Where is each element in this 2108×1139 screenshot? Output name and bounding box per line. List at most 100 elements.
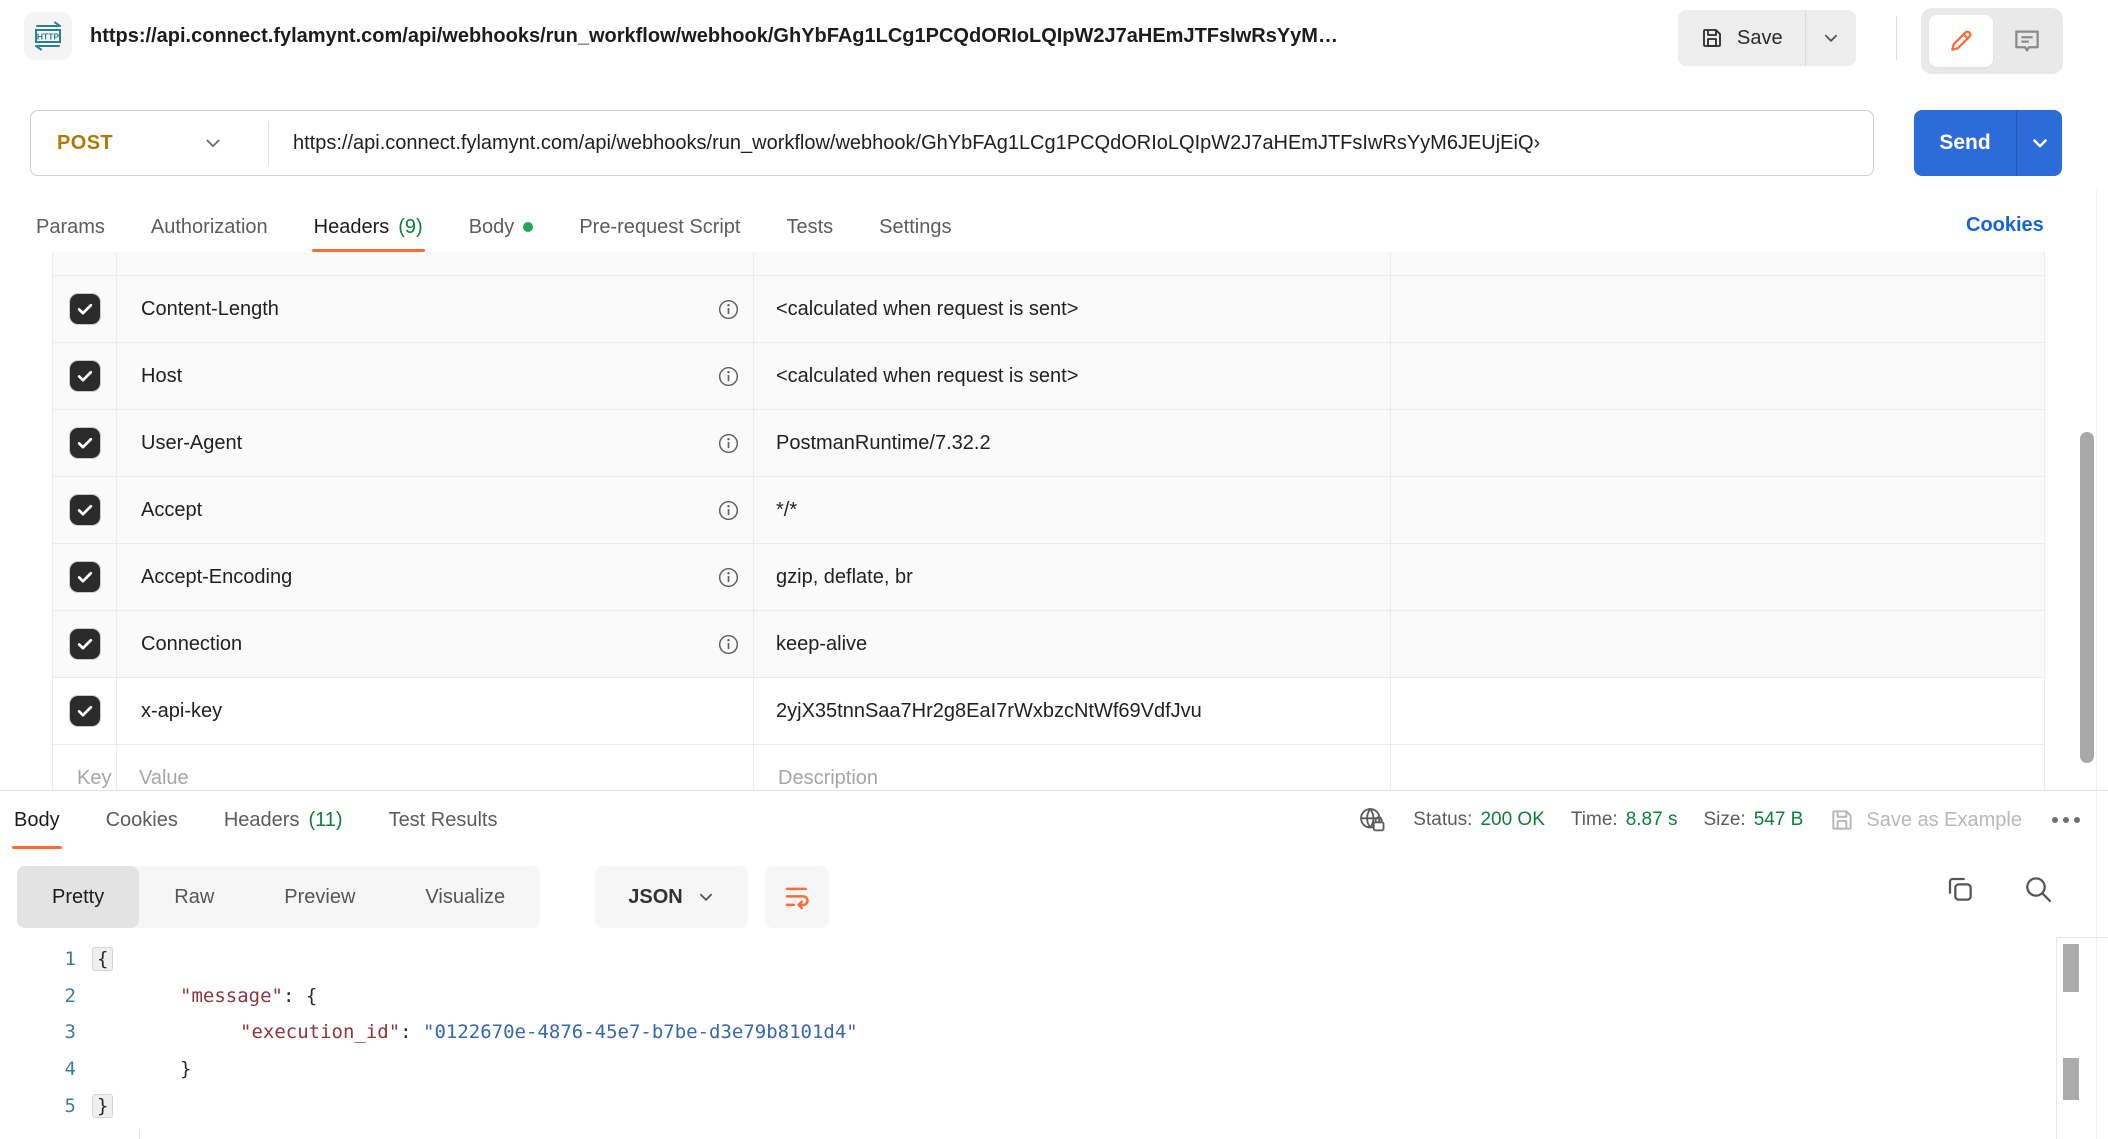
line-number[interactable]: 3: [0, 1021, 76, 1043]
fold-marker[interactable]: }: [92, 1094, 113, 1118]
description-cell[interactable]: [1391, 544, 2044, 610]
response-scrollbar-track: [2056, 937, 2108, 938]
checkbox[interactable]: [70, 629, 100, 659]
send-button[interactable]: Send: [1914, 110, 2016, 176]
edit-mode-button[interactable]: [1929, 15, 1993, 67]
save-as-example-button[interactable]: Save as Example: [1829, 807, 2022, 833]
copy-response-button[interactable]: [1944, 873, 1976, 905]
info-icon[interactable]: [718, 433, 739, 454]
info-icon[interactable]: [718, 567, 739, 588]
header-value: <calculated when request is sent>: [776, 298, 1078, 321]
edit-comment-toggle: [1921, 8, 2063, 74]
view-raw[interactable]: Raw: [139, 866, 249, 928]
save-options-button[interactable]: [1806, 10, 1856, 66]
size-label: Size:: [1703, 809, 1745, 831]
header-key: Connection: [141, 633, 242, 656]
tab-params[interactable]: Params: [36, 202, 105, 252]
search-response-button[interactable]: [2022, 873, 2054, 905]
value-cell[interactable]: Value: [117, 745, 754, 790]
line-number[interactable]: 4: [0, 1058, 76, 1080]
tab-authorization[interactable]: Authorization: [151, 202, 268, 252]
save-button[interactable]: Save: [1678, 10, 1805, 66]
checkbox[interactable]: [70, 696, 100, 726]
response-tab-test-results[interactable]: Test Results: [389, 791, 498, 849]
key-cell[interactable]: User-Agent: [117, 410, 754, 476]
key-cell[interactable]: Connection: [117, 611, 754, 677]
tab-headers[interactable]: Headers(9): [314, 202, 423, 252]
value-cell[interactable]: keep-alive: [754, 611, 1391, 677]
tab-tests-label: Tests: [786, 216, 833, 239]
view-visualize[interactable]: Visualize: [390, 866, 540, 928]
description-cell[interactable]: [1391, 276, 2044, 342]
status-value[interactable]: 200 OK: [1480, 809, 1544, 831]
value-cell[interactable]: <calculated when request is sent>: [754, 276, 1391, 342]
info-icon[interactable]: [718, 634, 739, 655]
key-cell[interactable]: Content-Length: [117, 276, 754, 342]
header-value: PostmanRuntime/7.32.2: [776, 432, 991, 455]
key-cell[interactable]: x-api-key: [117, 678, 754, 744]
line-number[interactable]: 1: [0, 948, 76, 970]
tab-settings[interactable]: Settings: [879, 202, 951, 252]
response-tab-cookies[interactable]: Cookies: [106, 791, 178, 849]
time-value[interactable]: 8.87 s: [1626, 809, 1678, 831]
request-title: https://api.connect.fylamynt.com/api/web…: [90, 18, 1338, 54]
send-options-button[interactable]: [2017, 110, 2062, 176]
description-placeholder: Description: [778, 767, 878, 790]
comment-icon: [2012, 26, 2042, 56]
info-icon[interactable]: [718, 500, 739, 521]
checkbox[interactable]: [70, 361, 100, 391]
response-body-editor[interactable]: 1{2"message": {3"execution_id": "0122670…: [0, 941, 2062, 1139]
value-cell[interactable]: gzip, deflate, br: [754, 544, 1391, 610]
response-tab-headers-label: Headers: [224, 809, 300, 832]
description-cell[interactable]: [1391, 678, 2044, 744]
wrap-text-button[interactable]: [765, 866, 829, 928]
response-tab-headers[interactable]: Headers(11): [224, 791, 343, 849]
network-globe-icon[interactable]: [1357, 805, 1387, 835]
tab-tests[interactable]: Tests: [786, 202, 833, 252]
checkbox[interactable]: [70, 562, 100, 592]
tab-pre-request-script[interactable]: Pre-request Script: [579, 202, 740, 252]
url-overflow-indicator: ›: [1534, 132, 1541, 155]
description-cell[interactable]: [1391, 410, 2044, 476]
key-cell[interactable]: Key: [53, 745, 117, 790]
info-icon[interactable]: [718, 366, 739, 387]
checkbox-cell: [53, 276, 117, 342]
description-cell[interactable]: Description: [754, 745, 1391, 790]
active-tab-underline: [12, 846, 62, 849]
size-value[interactable]: 547 B: [1754, 809, 1804, 831]
key-cell[interactable]: Accept-Encoding: [117, 544, 754, 610]
description-cell[interactable]: [1391, 343, 2044, 409]
tab-body[interactable]: Body: [469, 202, 534, 252]
table-cell: [53, 252, 117, 275]
key-cell[interactable]: Accept: [117, 477, 754, 543]
value-cell[interactable]: PostmanRuntime/7.32.2: [754, 410, 1391, 476]
value-cell[interactable]: 2yjX35tnnSaa7Hr2g8EaI7rWxbzcNtWf69VdfJvu: [754, 678, 1391, 744]
value-cell[interactable]: <calculated when request is sent>: [754, 343, 1391, 409]
language-selector[interactable]: JSON: [595, 866, 748, 928]
fold-marker[interactable]: {: [92, 947, 113, 971]
description-cell[interactable]: [1391, 611, 2044, 677]
checkbox[interactable]: [70, 428, 100, 458]
checkbox[interactable]: [70, 495, 100, 525]
json-key: "message": [180, 985, 283, 1007]
key-cell[interactable]: Host: [117, 343, 754, 409]
chevron-down-icon[interactable]: [203, 111, 223, 175]
response-scrollbar-thumb[interactable]: [2063, 944, 2079, 992]
line-number[interactable]: 2: [0, 985, 76, 1007]
line-number[interactable]: 5: [0, 1095, 76, 1117]
request-scrollbar-thumb[interactable]: [2080, 432, 2094, 763]
info-icon[interactable]: [718, 299, 739, 320]
comments-button[interactable]: [1997, 8, 2057, 74]
view-preview[interactable]: Preview: [249, 866, 390, 928]
description-cell[interactable]: [1391, 477, 2044, 543]
value-cell[interactable]: */*: [754, 477, 1391, 543]
cookies-link[interactable]: Cookies: [1966, 202, 2044, 248]
more-options-icon[interactable]: [2052, 817, 2080, 823]
method-selector[interactable]: POST: [57, 111, 113, 175]
checkbox[interactable]: [70, 294, 100, 324]
view-pretty[interactable]: Pretty: [17, 866, 139, 928]
url-input[interactable]: https://api.connect.fylamynt.com/api/web…: [293, 111, 1865, 175]
response-scrollbar-thumb[interactable]: [2063, 1058, 2079, 1100]
request-url-bar: POST https://api.connect.fylamynt.com/ap…: [30, 110, 1874, 176]
response-tab-body[interactable]: Body: [14, 791, 60, 849]
